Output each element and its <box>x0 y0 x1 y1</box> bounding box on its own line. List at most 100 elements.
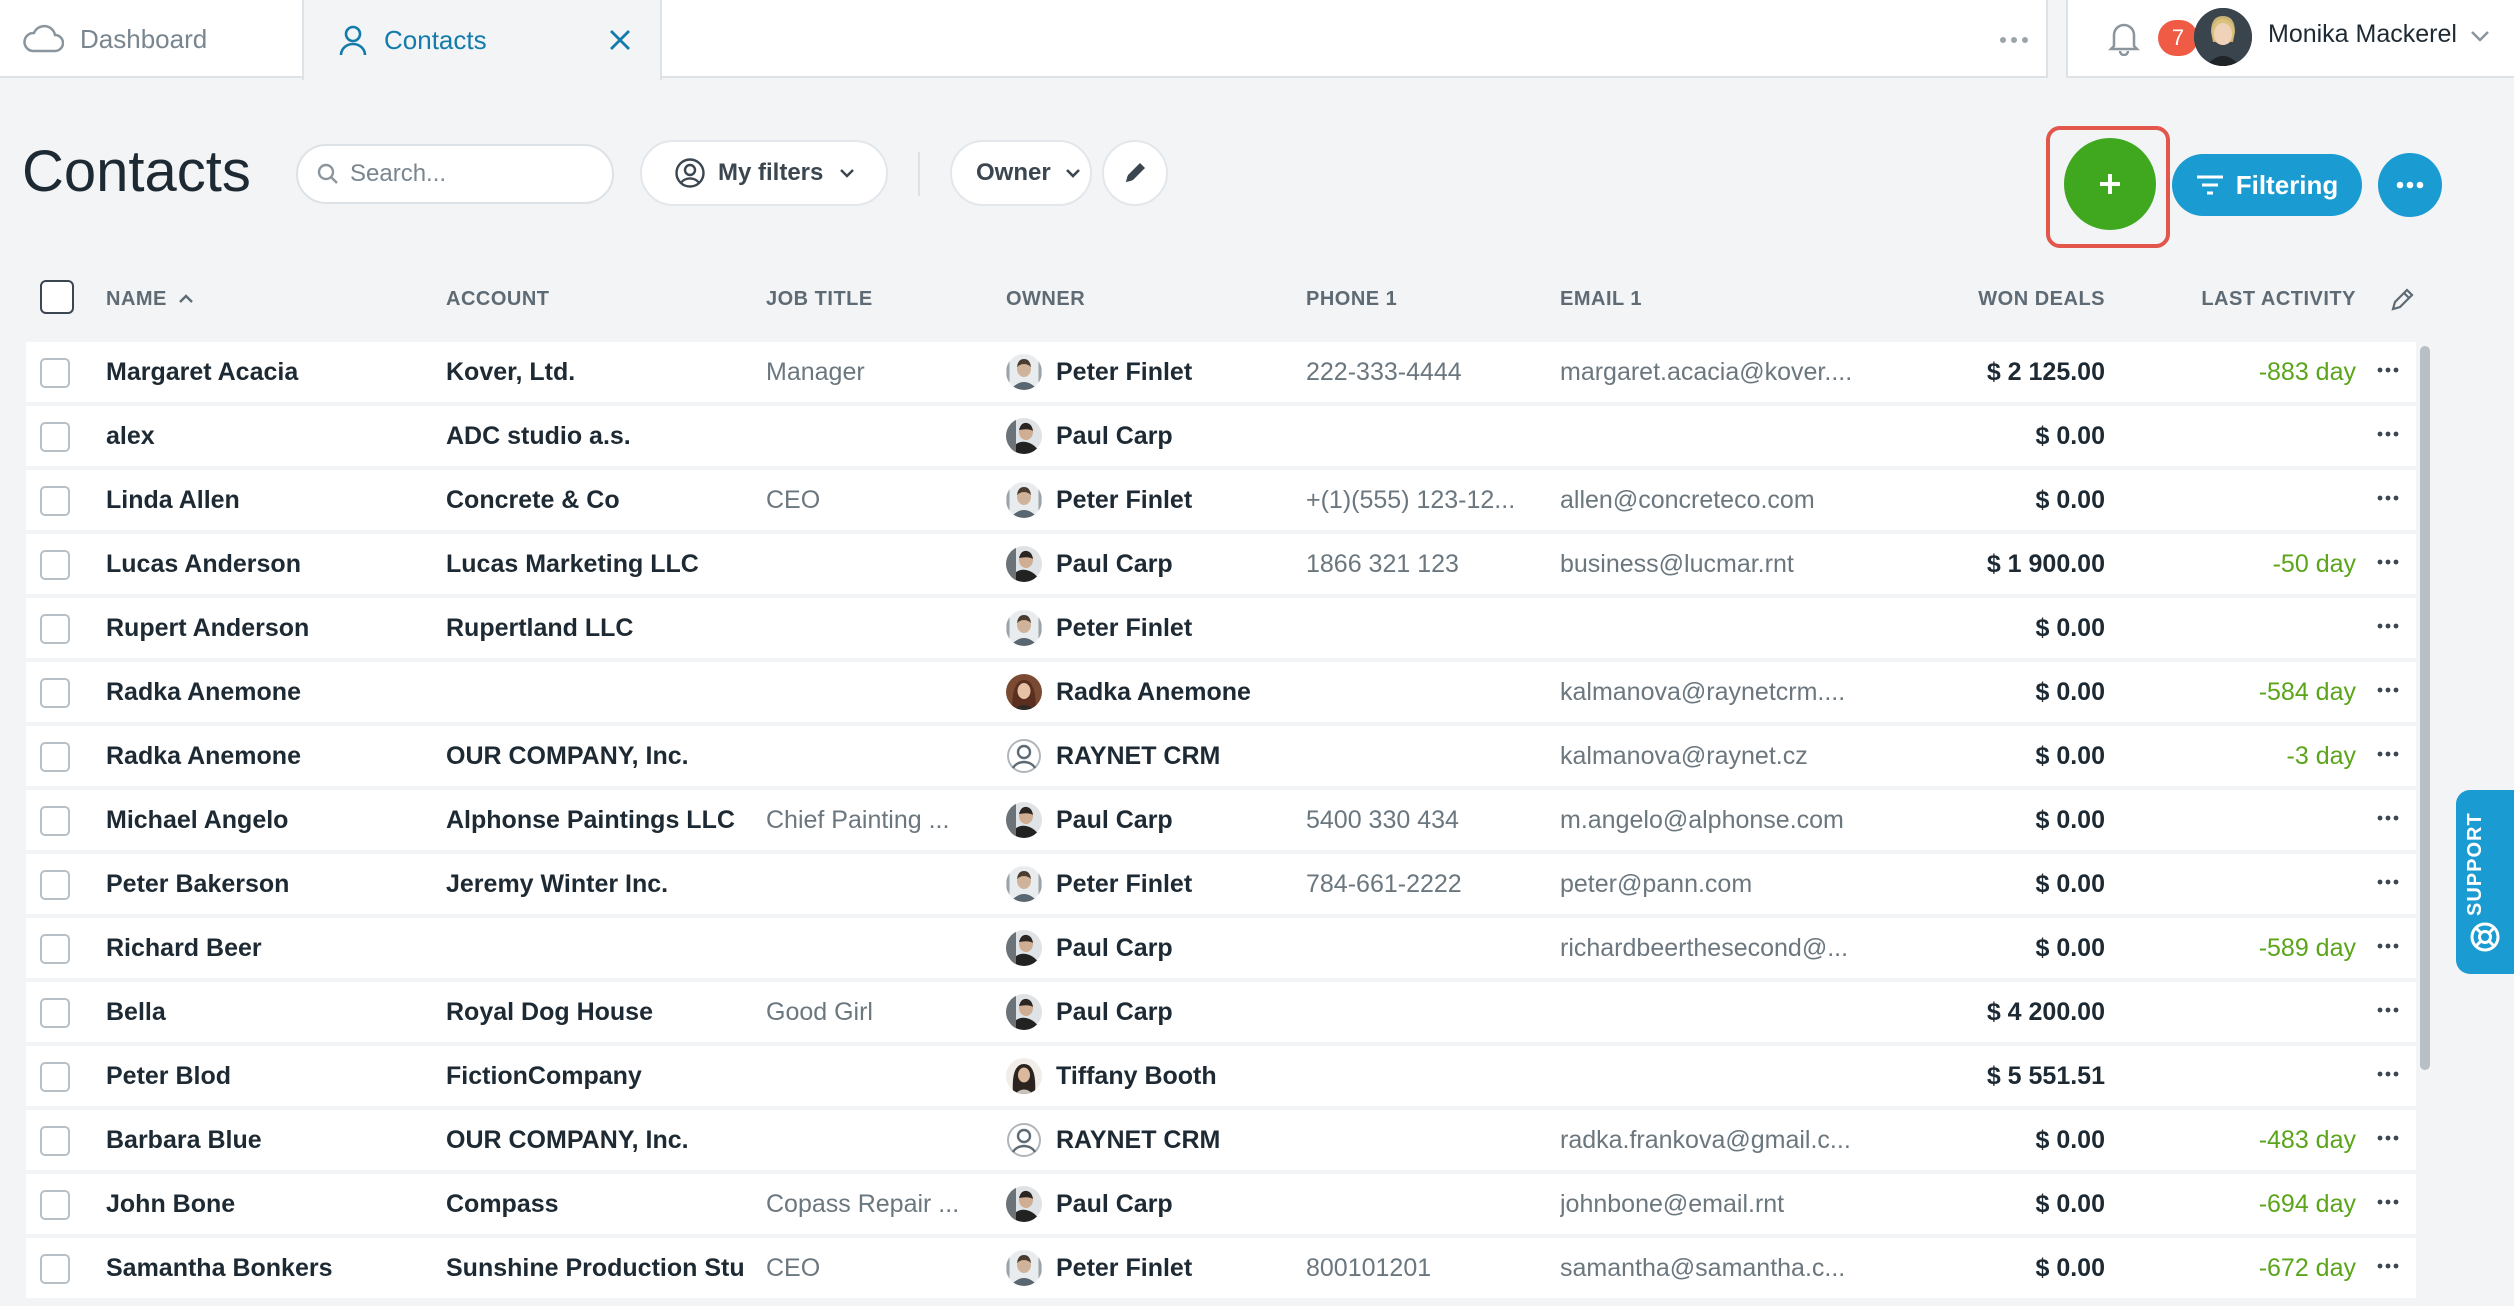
contact-account[interactable]: FictionCompany <box>446 1062 751 1091</box>
contact-owner[interactable]: Paul Carp <box>1006 802 1286 838</box>
row-checkbox[interactable] <box>40 1254 70 1284</box>
row-actions-button[interactable] <box>2372 1058 2404 1090</box>
contact-owner[interactable]: Paul Carp <box>1006 1186 1286 1222</box>
contact-account[interactable]: OUR COMPANY, Inc. <box>446 1126 751 1155</box>
contact-account[interactable]: Compass <box>446 1190 751 1219</box>
contact-account[interactable]: Alphonse Paintings LLC <box>446 806 751 835</box>
tab-dashboard[interactable]: Dashboard <box>22 0 302 78</box>
table-row[interactable]: Radka Anemone OUR COMPANY, Inc. RAYNET CRM… <box>26 726 2416 786</box>
contact-name[interactable]: Richard Beer <box>106 934 426 963</box>
contact-name[interactable]: Barbara Blue <box>106 1126 426 1155</box>
contact-owner[interactable]: Tiffany Booth <box>1006 1058 1286 1094</box>
tab-contacts[interactable]: Contacts <box>302 0 662 80</box>
col-name[interactable]: NAME <box>106 288 195 311</box>
contact-name[interactable]: Samantha Bonkers <box>106 1254 426 1283</box>
contact-email[interactable]: peter@pann.com <box>1560 870 1870 899</box>
table-row[interactable]: alex ADC studio a.s. Paul Carp $ 0.00 <box>26 406 2416 466</box>
col-last-activity[interactable]: LAST ACTIVITY <box>2176 288 2356 311</box>
contact-owner[interactable]: Peter Finlet <box>1006 1250 1286 1286</box>
col-account[interactable]: ACCOUNT <box>446 288 550 311</box>
contact-email[interactable]: business@lucmar.rnt <box>1560 550 1870 579</box>
contact-name[interactable]: Lucas Anderson <box>106 550 426 579</box>
table-row[interactable]: Radka Anemone Radka Anemone kalmanova@rayn… <box>26 662 2416 722</box>
contact-owner[interactable]: Peter Finlet <box>1006 354 1286 390</box>
row-actions-button[interactable] <box>2372 418 2404 450</box>
row-checkbox[interactable] <box>40 550 70 580</box>
more-actions-button[interactable] <box>2378 153 2442 217</box>
contact-owner[interactable]: Paul Carp <box>1006 994 1286 1030</box>
table-row[interactable]: Samantha Bonkers Sunshine Production Stu C… <box>26 1238 2416 1298</box>
contact-email[interactable]: allen@concreteco.com <box>1560 486 1870 515</box>
contact-name[interactable]: alex <box>106 422 426 451</box>
col-job-title[interactable]: JOB TITLE <box>766 288 873 311</box>
row-actions-button[interactable] <box>2372 1250 2404 1282</box>
contact-account[interactable]: Jeremy Winter Inc. <box>446 870 751 899</box>
search-box[interactable] <box>296 144 614 204</box>
contact-name[interactable]: Rupert Anderson <box>106 614 426 643</box>
table-scrollbar[interactable] <box>2420 346 2430 1070</box>
table-row[interactable]: Peter Blod FictionCompany Tiffany Booth $ 5… <box>26 1046 2416 1106</box>
table-row[interactable]: Lucas Anderson Lucas Marketing LLC Paul Ca… <box>26 534 2416 594</box>
contact-owner[interactable]: Paul Carp <box>1006 546 1286 582</box>
contact-account[interactable]: ADC studio a.s. <box>446 422 751 451</box>
row-checkbox[interactable] <box>40 806 70 836</box>
table-row[interactable]: Richard Beer Paul Carp richardbeerthesecon… <box>26 918 2416 978</box>
chevron-down-icon[interactable] <box>2468 24 2492 48</box>
user-name[interactable]: Monika Mackerel <box>2268 20 2457 49</box>
col-won-deals[interactable]: WON DEALS <box>1906 288 2105 311</box>
contact-email[interactable]: radka.frankova@gmail.c... <box>1560 1126 1870 1155</box>
contact-owner[interactable]: Peter Finlet <box>1006 482 1286 518</box>
contact-owner[interactable]: RAYNET CRM <box>1006 738 1286 774</box>
row-actions-button[interactable] <box>2372 866 2404 898</box>
row-actions-button[interactable] <box>2372 354 2404 386</box>
row-actions-button[interactable] <box>2372 1122 2404 1154</box>
table-row[interactable]: Linda Allen Concrete & Co CEO Peter Finlet +… <box>26 470 2416 530</box>
contact-email[interactable]: m.angelo@alphonse.com <box>1560 806 1870 835</box>
contact-phone[interactable]: +(1)(555) 123-12... <box>1306 486 1526 515</box>
contact-name[interactable]: John Bone <box>106 1190 426 1219</box>
row-actions-button[interactable] <box>2372 546 2404 578</box>
contact-name[interactable]: Linda Allen <box>106 486 426 515</box>
row-actions-button[interactable] <box>2372 994 2404 1026</box>
contact-name[interactable]: Radka Anemone <box>106 742 426 771</box>
contact-email[interactable]: kalmanova@raynetcrm.... <box>1560 678 1870 707</box>
table-row[interactable]: Bella Royal Dog House Good Girl Paul Carp $ … <box>26 982 2416 1042</box>
row-checkbox[interactable] <box>40 422 70 452</box>
contact-account[interactable]: Royal Dog House <box>446 998 751 1027</box>
row-actions-button[interactable] <box>2372 802 2404 834</box>
contact-email[interactable]: johnbone@email.rnt <box>1560 1190 1870 1219</box>
select-all-checkbox[interactable] <box>40 280 74 314</box>
contact-owner[interactable]: Paul Carp <box>1006 930 1286 966</box>
contact-email[interactable]: richardbeerthesecond@... <box>1560 934 1870 963</box>
row-checkbox[interactable] <box>40 934 70 964</box>
contact-phone[interactable]: 5400 330 434 <box>1306 806 1526 835</box>
contact-email[interactable]: samantha@samantha.c... <box>1560 1254 1870 1283</box>
contact-account[interactable]: Lucas Marketing LLC <box>446 550 751 579</box>
row-actions-button[interactable] <box>2372 738 2404 770</box>
tabs-more-button[interactable] <box>1994 22 2034 58</box>
edit-filters-button[interactable] <box>1102 140 1168 206</box>
row-checkbox[interactable] <box>40 614 70 644</box>
filtering-button[interactable]: Filtering <box>2172 154 2362 216</box>
row-actions-button[interactable] <box>2372 610 2404 642</box>
edit-columns-icon[interactable] <box>2388 286 2416 314</box>
contact-phone[interactable]: 1866 321 123 <box>1306 550 1526 579</box>
contact-owner[interactable]: Paul Carp <box>1006 418 1286 454</box>
contact-owner[interactable]: Peter Finlet <box>1006 610 1286 646</box>
add-contact-button[interactable]: + <box>2064 138 2156 230</box>
row-checkbox[interactable] <box>40 742 70 772</box>
table-row[interactable]: Margaret Acacia Kover, Ltd. Manager Peter F… <box>26 342 2416 402</box>
contact-email[interactable]: margaret.acacia@kover.... <box>1560 358 1870 387</box>
contact-owner[interactable]: RAYNET CRM <box>1006 1122 1286 1158</box>
row-actions-button[interactable] <box>2372 674 2404 706</box>
contact-name[interactable]: Radka Anemone <box>106 678 426 707</box>
contact-name[interactable]: Peter Bakerson <box>106 870 426 899</box>
table-row[interactable]: Rupert Anderson Rupertland LLC Peter Finle… <box>26 598 2416 658</box>
col-email[interactable]: EMAIL 1 <box>1560 288 1642 311</box>
contact-account[interactable]: Concrete & Co <box>446 486 751 515</box>
row-checkbox[interactable] <box>40 486 70 516</box>
notifications-button[interactable]: 7 <box>2107 20 2198 60</box>
contact-phone[interactable]: 222-333-4444 <box>1306 358 1526 387</box>
contact-phone[interactable]: 800101201 <box>1306 1254 1526 1283</box>
contact-account[interactable]: Sunshine Production Stu <box>446 1254 751 1283</box>
